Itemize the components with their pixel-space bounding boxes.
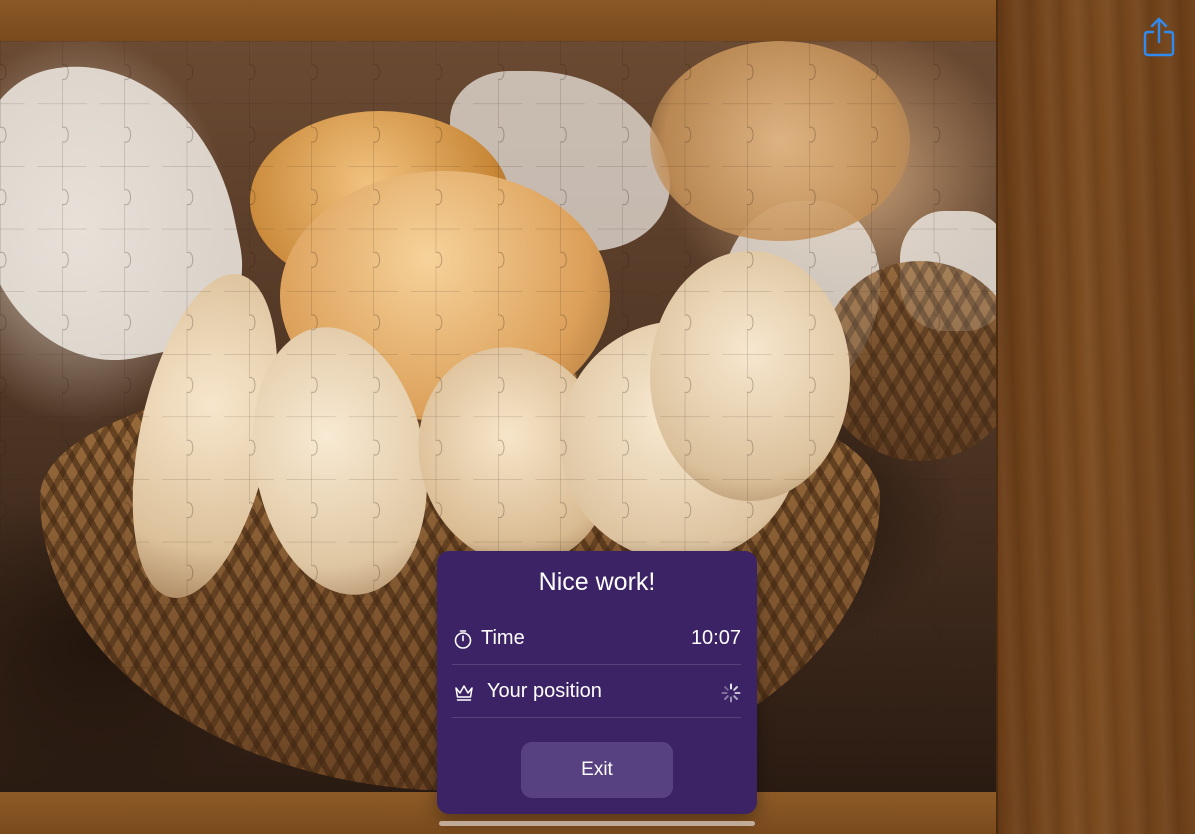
- share-button[interactable]: [1142, 16, 1176, 58]
- time-row: Time 10:07: [452, 614, 741, 665]
- position-row: Your position: [452, 667, 741, 718]
- exit-button[interactable]: Exit: [521, 742, 673, 798]
- position-label: Your position: [487, 680, 602, 702]
- home-indicator[interactable]: [439, 821, 755, 826]
- completion-dialog: Nice work! Time 10:07 Your position Exit: [437, 551, 757, 814]
- time-label: Time: [481, 627, 525, 649]
- stopwatch-icon: [454, 630, 472, 649]
- bread-roll-background: [650, 41, 910, 241]
- wood-table-top: [0, 0, 996, 41]
- wood-side-panel: [996, 0, 1195, 834]
- game-screen: Nice work! Time 10:07 Your position Exit: [0, 0, 1195, 834]
- time-value: 10:07: [690, 627, 741, 649]
- crown-icon: [455, 685, 473, 701]
- bread-roll: [650, 251, 850, 501]
- dialog-title: Nice work!: [538, 568, 656, 596]
- share-icon: [1143, 17, 1175, 57]
- spinner-icon: [721, 683, 741, 703]
